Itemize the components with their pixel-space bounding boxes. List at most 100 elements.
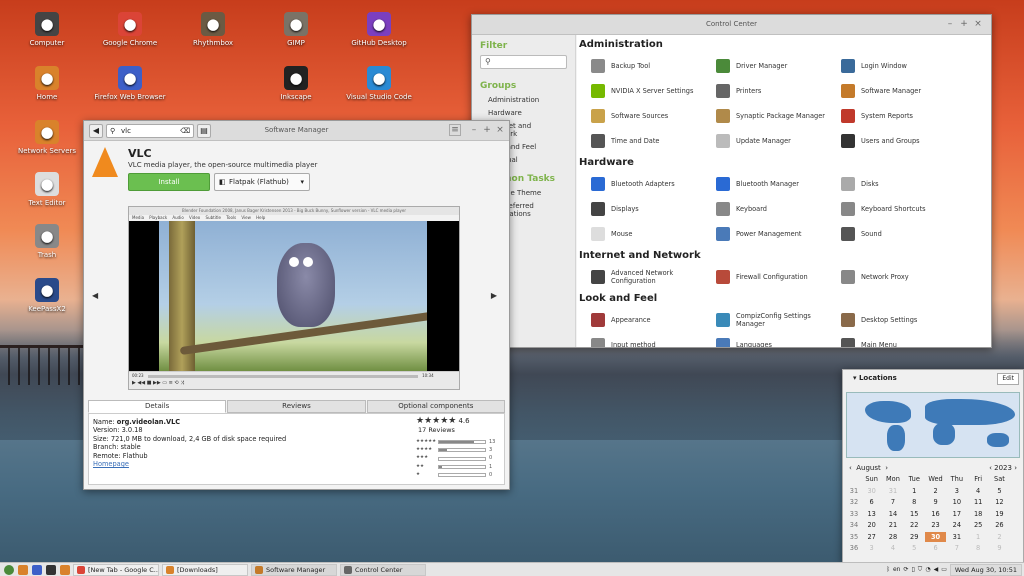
- settings-item[interactable]: Firewall Configuration: [716, 264, 841, 289]
- settings-item[interactable]: Desktop Settings: [841, 307, 966, 332]
- next-year-icon[interactable]: ›: [1014, 464, 1017, 472]
- settings-item[interactable]: CompizConfig Settings Manager: [716, 307, 841, 332]
- calendar-day[interactable]: 7: [882, 497, 903, 508]
- settings-item[interactable]: Main Menu: [841, 332, 966, 347]
- settings-item[interactable]: Software Manager: [841, 78, 966, 103]
- calendar-day[interactable]: 16: [925, 509, 946, 520]
- settings-item[interactable]: Synaptic Package Manager: [716, 103, 841, 128]
- taskbar-window-button[interactable]: [New Tab - Google C...: [73, 563, 159, 576]
- calendar-day[interactable]: 23: [925, 520, 946, 531]
- settings-item[interactable]: Update Manager: [716, 128, 841, 153]
- software-manager-titlebar[interactable]: ◀ ⚲ vlc ⌫ ▤ Software Manager ≡ – + ×: [84, 121, 509, 141]
- taskbar-window-button[interactable]: Control Center: [340, 563, 426, 576]
- calendar-day[interactable]: 3: [861, 543, 882, 554]
- calendar-day[interactable]: 11: [967, 497, 988, 508]
- files-icon[interactable]: [60, 564, 70, 575]
- settings-item[interactable]: NVIDIA X Server Settings: [591, 78, 716, 103]
- settings-item[interactable]: Software Sources: [591, 103, 716, 128]
- bluetooth-icon[interactable]: ᛒ: [886, 566, 890, 573]
- desktop-icon[interactable]: ● Text Editor: [7, 172, 87, 207]
- volume-icon[interactable]: ◀: [934, 566, 939, 573]
- updates-icon[interactable]: ⟳: [903, 566, 908, 573]
- install-button[interactable]: Install: [128, 173, 210, 191]
- settings-item[interactable]: Languages: [716, 332, 841, 347]
- calendar-day[interactable]: 8: [967, 543, 988, 554]
- settings-item[interactable]: Appearance: [591, 307, 716, 332]
- calendar-day[interactable]: 7: [946, 543, 967, 554]
- menu-icon[interactable]: ≡: [449, 124, 461, 136]
- close-icon[interactable]: ×: [495, 125, 505, 135]
- settings-item[interactable]: Printers: [716, 78, 841, 103]
- next-screenshot-arrow[interactable]: ▶: [491, 291, 497, 300]
- calendar-day[interactable]: 25: [967, 520, 988, 531]
- settings-item[interactable]: Disks: [841, 171, 966, 196]
- maximize-icon[interactable]: +: [482, 125, 492, 135]
- calendar-day[interactable]: 17: [946, 509, 967, 520]
- calendar-day[interactable]: 19: [989, 509, 1010, 520]
- expand-icon[interactable]: ▾: [853, 374, 857, 382]
- close-icon[interactable]: ×: [973, 19, 983, 29]
- calendar-day[interactable]: 5: [904, 543, 925, 554]
- calendar-day[interactable]: 3: [946, 486, 967, 497]
- settings-item[interactable]: Backup Tool: [591, 53, 716, 78]
- calendar-day[interactable]: 26: [989, 520, 1010, 531]
- desktop-icon[interactable]: ● Visual Studio Code: [339, 66, 419, 101]
- calendar-day[interactable]: 4: [967, 486, 988, 497]
- settings-item[interactable]: Bluetooth Manager: [716, 171, 841, 196]
- desktop-icon[interactable]: ● Trash: [7, 224, 87, 259]
- calendar-day[interactable]: 13: [861, 509, 882, 520]
- desktop-icon[interactable]: ● GIMP: [256, 12, 336, 47]
- source-select[interactable]: ◧ Flatpak (Flathub) ▾: [214, 173, 310, 191]
- calendar-day[interactable]: 1: [967, 532, 988, 543]
- clock[interactable]: Wed Aug 30, 10:51: [949, 563, 1022, 576]
- settings-item[interactable]: Time and Date: [591, 128, 716, 153]
- minimize-icon[interactable]: –: [469, 125, 479, 135]
- calendar-day[interactable]: 5: [989, 486, 1010, 497]
- minimize-icon[interactable]: –: [945, 19, 955, 29]
- details-tab[interactable]: Optional components: [366, 400, 505, 413]
- clipboard-icon[interactable]: ▯: [911, 566, 914, 573]
- desktop-icon[interactable]: ● KeePassX2: [7, 278, 87, 313]
- settings-item[interactable]: Power Management: [716, 221, 841, 246]
- show-desktop-icon[interactable]: [18, 564, 28, 575]
- calendar-day[interactable]: 10: [946, 497, 967, 508]
- calendar-day[interactable]: 2: [989, 532, 1010, 543]
- settings-item[interactable]: Users and Groups: [841, 128, 966, 153]
- calendar-day[interactable]: 4: [882, 543, 903, 554]
- calendar-day[interactable]: 29: [904, 532, 925, 543]
- calendar-day[interactable]: 20: [861, 520, 882, 531]
- calendar-day[interactable]: 9: [989, 543, 1010, 554]
- desktop-icon[interactable]: ● Network Servers: [7, 120, 87, 155]
- maximize-icon[interactable]: +: [959, 19, 969, 29]
- next-month-icon[interactable]: ›: [885, 464, 888, 472]
- settings-item[interactable]: Bluetooth Adapters: [591, 171, 716, 196]
- terminal-icon[interactable]: [46, 564, 56, 575]
- prev-year-icon[interactable]: ‹: [989, 464, 992, 472]
- shield-icon[interactable]: ⛉: [918, 566, 923, 574]
- prev-month-icon[interactable]: ‹: [849, 464, 852, 472]
- taskbar-window-button[interactable]: [Downloads]: [162, 563, 248, 576]
- network-icon[interactable]: ◔: [925, 566, 930, 573]
- settings-item[interactable]: Sound: [841, 221, 966, 246]
- calendar-day[interactable]: 8: [904, 497, 925, 508]
- details-tab[interactable]: Details: [88, 400, 227, 413]
- desktop-icon[interactable]: ● Google Chrome: [90, 12, 170, 47]
- calendar-day[interactable]: 24: [946, 520, 967, 531]
- desktop-icon[interactable]: ● Firefox Web Browser: [90, 66, 170, 101]
- calendar-day[interactable]: 22: [904, 520, 925, 531]
- calendar-day[interactable]: 30: [924, 531, 947, 542]
- calendar-day[interactable]: 9: [925, 497, 946, 508]
- calendar-day[interactable]: 27: [861, 532, 882, 543]
- details-tab[interactable]: Reviews: [227, 400, 366, 413]
- edit-button[interactable]: Edit: [997, 373, 1019, 385]
- settings-item[interactable]: Keyboard: [716, 196, 841, 221]
- desktop-icon[interactable]: ● Inkscape: [256, 66, 336, 101]
- desktop-icon[interactable]: ● Home: [7, 66, 87, 101]
- calendar-day[interactable]: 6: [861, 497, 882, 508]
- calendar-day[interactable]: 6: [925, 543, 946, 554]
- taskbar-window-button[interactable]: Software Manager: [251, 563, 337, 576]
- calendar-day[interactable]: 12: [989, 497, 1010, 508]
- filter-search-input[interactable]: ⚲: [480, 55, 567, 69]
- calendar-day[interactable]: 2: [925, 486, 946, 497]
- desktop-icon[interactable]: ● Computer: [7, 12, 87, 47]
